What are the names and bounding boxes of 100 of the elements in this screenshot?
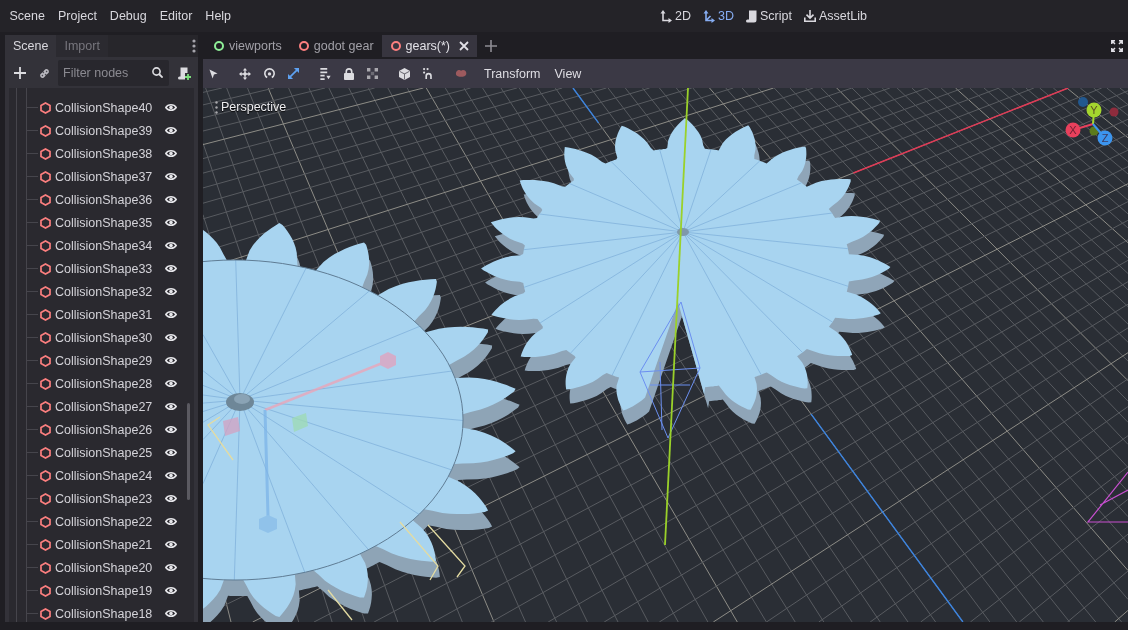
node-label[interactable]: CollisionShape35 <box>55 215 161 230</box>
eye-icon[interactable] <box>165 333 177 342</box>
menu-item[interactable]: Debug <box>103 4 154 28</box>
node-label[interactable]: CollisionShape18 <box>55 606 161 621</box>
menu-item[interactable]: View <box>548 61 588 86</box>
eye-icon[interactable] <box>165 609 177 618</box>
hexagon-icon <box>40 515 51 528</box>
axis-handle[interactable]: Z <box>1097 130 1113 146</box>
cube-icon[interactable] <box>399 67 410 80</box>
scrollbar-thumb[interactable] <box>187 403 190 500</box>
magnet-icon[interactable] <box>423 68 434 79</box>
move-icon[interactable] <box>239 67 251 80</box>
node-label[interactable]: CollisionShape33 <box>55 261 161 276</box>
eye-icon[interactable] <box>165 103 177 112</box>
node-label[interactable]: CollisionShape30 <box>55 330 161 345</box>
node-label[interactable]: CollisionShape19 <box>55 583 161 598</box>
scale-icon[interactable] <box>288 68 299 79</box>
eye-icon[interactable] <box>165 494 177 503</box>
node-label[interactable]: CollisionShape37 <box>55 169 161 184</box>
node-label[interactable]: CollisionShape28 <box>55 376 161 391</box>
hexagon-icon <box>40 561 51 574</box>
eye-icon[interactable] <box>165 195 177 204</box>
eye-icon[interactable] <box>165 172 177 181</box>
eye-icon[interactable] <box>165 448 177 457</box>
menu-item[interactable]: Project <box>51 4 104 28</box>
lock-icon[interactable] <box>344 67 354 80</box>
eye-icon[interactable] <box>165 287 177 296</box>
dock-tab[interactable]: Scene <box>5 35 57 57</box>
menu-item[interactable]: Help <box>198 4 238 28</box>
node-label[interactable]: CollisionShape32 <box>55 284 161 299</box>
add-icon[interactable] <box>485 40 498 52</box>
node-label[interactable]: CollisionShape34 <box>55 238 161 253</box>
pointer-icon[interactable] <box>209 68 218 79</box>
workspace-tab[interactable]: AssetLib <box>797 4 873 28</box>
eye-icon[interactable] <box>165 310 177 319</box>
hexagon-icon <box>40 308 51 321</box>
hexagon-icon <box>40 469 51 482</box>
file-tab[interactable]: viewports <box>205 35 290 57</box>
node-label[interactable]: CollisionShape21 <box>55 537 161 552</box>
axis-handle[interactable]: Y <box>1086 102 1102 118</box>
hexagon-icon <box>40 285 51 298</box>
fullscreen-icon[interactable] <box>1111 40 1123 52</box>
menu-item[interactable]: Transform <box>478 61 547 86</box>
more-menu-icon[interactable] <box>192 39 196 53</box>
node-label[interactable]: CollisionShape39 <box>55 123 161 138</box>
hexagon-icon <box>40 101 51 114</box>
hexagon-icon <box>40 124 51 137</box>
hexagon-icon <box>40 216 51 229</box>
eye-icon[interactable] <box>165 264 177 273</box>
hexagon-icon <box>40 262 51 275</box>
axis-dot-icon[interactable] <box>1089 126 1099 136</box>
node-label[interactable]: CollisionShape22 <box>55 514 161 529</box>
hexagon-icon <box>40 400 51 413</box>
node-label[interactable]: CollisionShape20 <box>55 560 161 575</box>
node-label[interactable]: CollisionShape27 <box>55 399 161 414</box>
eye-icon[interactable] <box>165 379 177 388</box>
node-label[interactable]: CollisionShape23 <box>55 491 161 506</box>
eye-icon[interactable] <box>165 425 177 434</box>
node-label[interactable]: CollisionShape24 <box>55 468 161 483</box>
eye-icon[interactable] <box>165 517 177 526</box>
hexagon-icon <box>40 170 51 183</box>
eye-icon[interactable] <box>165 563 177 572</box>
node-label[interactable]: CollisionShape38 <box>55 146 161 161</box>
workspace-tab[interactable]: Script <box>739 4 798 28</box>
view-menu-button[interactable]: Perspective <box>221 100 287 114</box>
eye-icon[interactable] <box>165 402 177 411</box>
link-icon[interactable] <box>39 67 50 79</box>
eye-icon[interactable] <box>165 471 177 480</box>
file-tab[interactable]: gears(*) <box>381 35 478 57</box>
menu-item[interactable]: Scene <box>3 4 52 28</box>
scroll-plus-icon[interactable] <box>178 66 191 80</box>
drag-handle-icon[interactable] <box>215 100 218 114</box>
node-label[interactable]: CollisionShape29 <box>55 353 161 368</box>
node-label[interactable]: CollisionShape36 <box>55 192 161 207</box>
eye-icon[interactable] <box>165 218 177 227</box>
node-label[interactable]: CollisionShape25 <box>55 445 161 460</box>
axis-dot-icon[interactable] <box>1078 97 1088 107</box>
workspace-tab[interactable]: 2D <box>654 4 697 28</box>
eye-icon[interactable] <box>165 540 177 549</box>
guide-line <box>399 521 439 581</box>
workspace-tab[interactable]: 3D <box>697 4 740 28</box>
menu-item[interactable]: Editor <box>153 4 199 28</box>
node-label[interactable]: CollisionShape31 <box>55 307 161 322</box>
eye-icon[interactable] <box>165 149 177 158</box>
eye-icon[interactable] <box>165 586 177 595</box>
eye-icon[interactable] <box>165 126 177 135</box>
close-icon[interactable] <box>459 41 470 51</box>
list-icon[interactable] <box>320 67 331 80</box>
eye-icon[interactable] <box>165 356 177 365</box>
filter-field[interactable]: Filter nodes <box>58 60 169 86</box>
axis-dot-icon[interactable] <box>1109 107 1119 117</box>
eye-icon[interactable] <box>165 241 177 250</box>
node-label[interactable]: CollisionShape26 <box>55 422 161 437</box>
hexagon-icon <box>40 584 51 597</box>
guide-line <box>327 589 353 621</box>
node-label[interactable]: CollisionShape40 <box>55 100 161 115</box>
rotate-icon[interactable] <box>264 68 275 79</box>
group-icon[interactable] <box>367 68 378 79</box>
axes-icon <box>660 9 672 23</box>
file-tab[interactable]: godot gear <box>289 35 382 57</box>
